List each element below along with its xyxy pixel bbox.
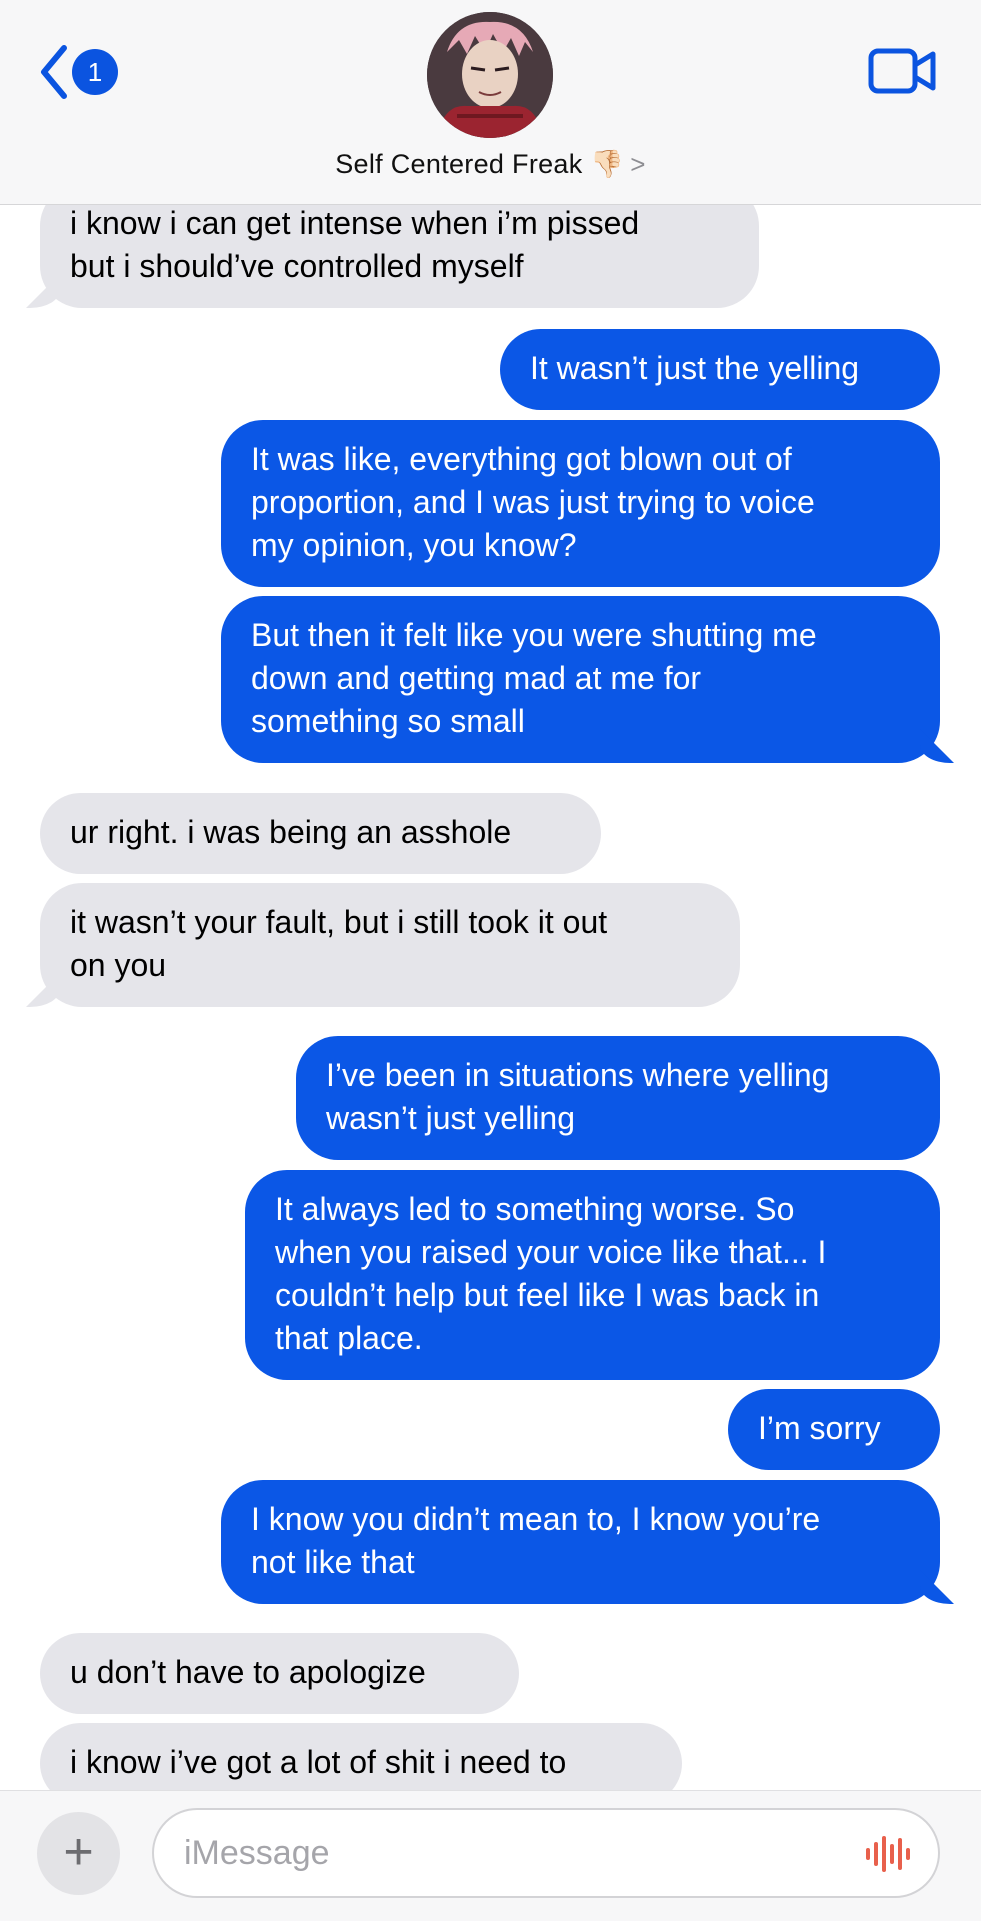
received-message[interactable]: it wasn’t your fault, but i still took i… <box>40 883 740 1007</box>
contact-name: Self Centered Freak 👎🏻 <box>335 149 625 179</box>
audio-message-button[interactable] <box>864 1834 912 1879</box>
video-call-button[interactable] <box>868 48 936 99</box>
sent-message[interactable]: It was like, everything got blown out of… <box>221 420 940 587</box>
back-button[interactable]: 1 <box>38 44 124 100</box>
contact-photo <box>427 12 553 138</box>
received-message[interactable]: i know i’ve got a lot of shit i need to <box>40 1723 682 1790</box>
sent-message[interactable]: I’ve been in situations where yelling wa… <box>296 1036 940 1160</box>
conversation-header: 1 Self Centered Freak 👎🏻 > <box>0 0 981 205</box>
message-input-placeholder: iMessage <box>184 1834 330 1872</box>
plus-icon: + <box>63 1823 94 1881</box>
sent-message[interactable]: I know you didn’t mean to, I know you’re… <box>221 1480 940 1604</box>
unread-count-badge: 1 <box>72 49 118 95</box>
received-message[interactable]: u don’t have to apologize <box>40 1633 519 1714</box>
audio-waveform-icon <box>866 1836 910 1872</box>
chevron-right-icon: > <box>630 149 646 179</box>
message-input[interactable]: iMessage <box>152 1808 940 1898</box>
message-thread[interactable]: i know i can get intense when i’m pissed… <box>0 0 981 1790</box>
avatar[interactable] <box>427 12 553 138</box>
received-message[interactable]: ur right. i was being an asshole <box>40 793 601 874</box>
sent-message[interactable]: I’m sorry <box>728 1389 940 1470</box>
video-camera-icon <box>868 48 936 94</box>
composer-bar: + iMessage <box>0 1790 981 1921</box>
sent-message[interactable]: But then it felt like you were shutting … <box>221 596 940 763</box>
add-attachment-button[interactable]: + <box>37 1812 120 1895</box>
chevron-left-icon <box>41 45 67 99</box>
sent-message[interactable]: It always led to something worse. So whe… <box>245 1170 940 1380</box>
sent-message[interactable]: It wasn’t just the yelling <box>500 329 940 410</box>
contact-name-button[interactable]: Self Centered Freak 👎🏻 > <box>0 148 981 180</box>
